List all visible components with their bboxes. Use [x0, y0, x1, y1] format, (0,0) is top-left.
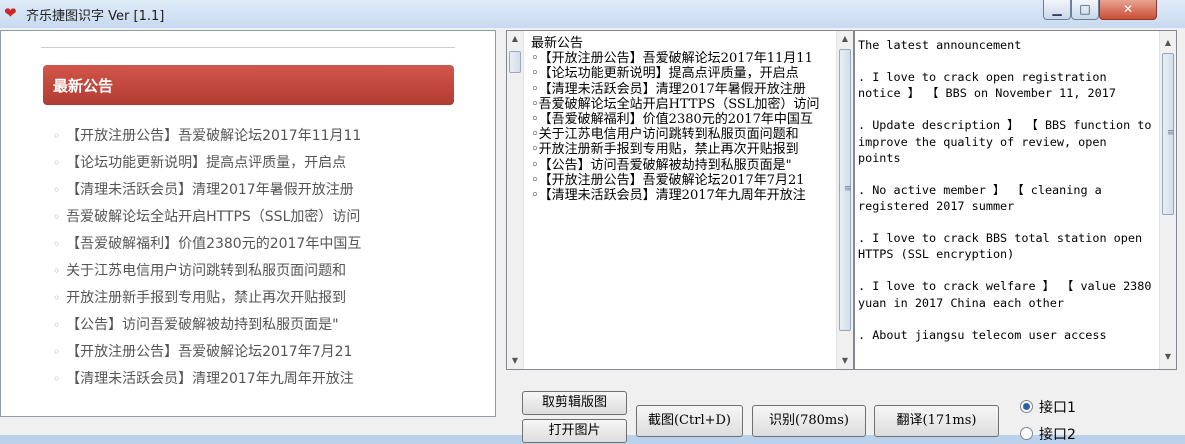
maximize-button[interactable]: □: [1071, 0, 1099, 20]
ocr-result-textbox[interactable]: ▲ ▼ 最新公告 ◦【开放注册公告】吾爱破解论坛2017年11月11 ◦【论坛功…: [506, 30, 854, 370]
radio-interface-2[interactable]: 接口2: [1020, 424, 1076, 444]
list-item-label: 开放注册新手报到专用贴，禁止再次开贴报到: [66, 290, 347, 306]
translation-textbox[interactable]: The latest announcement . I love to crac…: [854, 30, 1177, 370]
list-item-label: 【论坛功能更新说明】提高点评质量，开启点: [66, 155, 347, 171]
grip-icon: ≡: [844, 184, 852, 194]
scroll-down-icon[interactable]: ▼: [837, 353, 853, 369]
bullet-icon: ◦: [53, 237, 61, 251]
scroll-up-icon[interactable]: ▲: [507, 31, 523, 47]
minimize-button[interactable]: ▁: [1043, 0, 1071, 20]
radio-icon[interactable]: [1020, 400, 1033, 413]
right-vertical-scrollbar[interactable]: ▲ ≡ ▼: [836, 31, 853, 369]
scrollbar-thumb[interactable]: ≡: [839, 49, 852, 331]
close-icon: ✕: [1122, 2, 1134, 16]
list-item[interactable]: ◦ 【清理未活跃会员】清理2017年九周年开放注: [53, 366, 453, 393]
client-area: 最新公告 ◦ 【开放注册公告】吾爱破解论坛2017年11月11 ◦ 【论坛功能更新说…: [0, 28, 1185, 443]
list-item[interactable]: ◦ 开放注册新手报到专用贴，禁止再次开贴报到: [53, 285, 453, 312]
scroll-up-icon[interactable]: ▲: [837, 31, 853, 47]
announcement-list: ◦ 【开放注册公告】吾爱破解论坛2017年11月11 ◦ 【论坛功能更新说明】提高点…: [53, 123, 453, 393]
bullet-icon: ◦: [53, 210, 61, 224]
list-item[interactable]: ◦ 关于江苏电信用户访问跳转到私服页面问题和: [53, 258, 453, 285]
list-item-label: 【公告】访问吾爱破解被劫持到私服页面是": [66, 317, 339, 333]
left-vertical-scrollbar[interactable]: ▲ ▼: [507, 31, 524, 369]
list-item[interactable]: ◦ 【论坛功能更新说明】提高点评质量，开启点: [53, 150, 453, 177]
vertical-scrollbar[interactable]: ▲ ≡ ▼: [1159, 31, 1176, 369]
list-item-label: 【清理未活跃会员】清理2017年暑假开放注册: [66, 182, 354, 198]
crop-clipboard-button[interactable]: 取剪辑版图: [522, 391, 627, 415]
list-item-label: 吾爱破解论坛全站开启HTTPS（SSL加密）访问: [66, 209, 361, 225]
bullet-icon: ◦: [53, 372, 61, 386]
list-item[interactable]: ◦ 吾爱破解论坛全站开启HTTPS（SSL加密）访问: [53, 204, 453, 231]
list-item-label: 【开放注册公告】吾爱破解论坛2017年11月11: [66, 128, 362, 144]
announcement-title: 最新公告: [53, 77, 114, 95]
bullet-icon: ◦: [53, 318, 61, 332]
radio-icon[interactable]: [1020, 427, 1033, 440]
heart-icon: ❤: [4, 4, 17, 22]
translation-text: The latest announcement . I love to crac…: [858, 38, 1152, 342]
recognize-button[interactable]: 识别(780ms): [752, 405, 866, 437]
web-preview[interactable]: 最新公告 ◦ 【开放注册公告】吾爱破解论坛2017年11月11 ◦ 【论坛功能更新说…: [0, 30, 496, 417]
bullet-icon: ◦: [53, 345, 61, 359]
announcement-header: 最新公告: [43, 65, 454, 105]
grip-icon: ≡: [1167, 128, 1175, 138]
scroll-down-icon[interactable]: ▼: [1160, 349, 1176, 365]
title-bar[interactable]: ❤ 齐乐捷图识字 Ver [1.1] ▁ □ ✕: [0, 0, 1185, 28]
list-item[interactable]: ◦ 【开放注册公告】吾爱破解论坛2017年7月21: [53, 339, 453, 366]
list-item[interactable]: ◦ 【开放注册公告】吾爱破解论坛2017年11月11: [53, 123, 453, 150]
radio-label: 接口1: [1039, 400, 1076, 416]
scrollbar-thumb[interactable]: ≡: [1162, 53, 1175, 215]
ocr-text: 最新公告 ◦【开放注册公告】吾爱破解论坛2017年11月11 ◦【论坛功能更新说…: [531, 36, 820, 204]
minimize-icon: ▁: [1052, 2, 1062, 16]
radio-interface-1[interactable]: 接口1: [1020, 397, 1076, 417]
list-item-label: 【吾爱破解福利】价值2380元的2017年中国互: [66, 236, 362, 252]
list-item[interactable]: ◦ 【吾爱破解福利】价值2380元的2017年中国互: [53, 231, 453, 258]
top-input[interactable]: [41, 31, 455, 48]
list-item-label: 【开放注册公告】吾爱破解论坛2017年7月21: [66, 344, 353, 360]
bullet-icon: ◦: [53, 183, 61, 197]
scroll-down-icon[interactable]: ▼: [507, 353, 523, 369]
bullet-icon: ◦: [53, 156, 61, 170]
bullet-icon: ◦: [53, 291, 61, 305]
window-title: 齐乐捷图识字 Ver [1.1]: [26, 9, 165, 24]
translate-button[interactable]: 翻译(171ms): [874, 405, 999, 437]
list-item-label: 关于江苏电信用户访问跳转到私服页面问题和: [66, 263, 347, 279]
radio-label: 接口2: [1039, 427, 1076, 443]
bullet-icon: ◦: [53, 264, 61, 278]
list-item[interactable]: ◦ 【清理未活跃会员】清理2017年暑假开放注册: [53, 177, 453, 204]
bullet-icon: ◦: [53, 129, 61, 143]
list-item-label: 【清理未活跃会员】清理2017年九周年开放注: [66, 371, 354, 387]
scrollbar-thumb[interactable]: [509, 51, 521, 73]
open-image-button[interactable]: 打开图片: [522, 419, 627, 443]
maximize-icon: □: [1079, 2, 1091, 16]
scroll-up-icon[interactable]: ▲: [1160, 35, 1176, 51]
capture-button[interactable]: 截图(Ctrl+D): [636, 405, 743, 437]
close-button[interactable]: ✕: [1099, 0, 1157, 20]
list-item[interactable]: ◦ 【公告】访问吾爱破解被劫持到私服页面是": [53, 312, 453, 339]
